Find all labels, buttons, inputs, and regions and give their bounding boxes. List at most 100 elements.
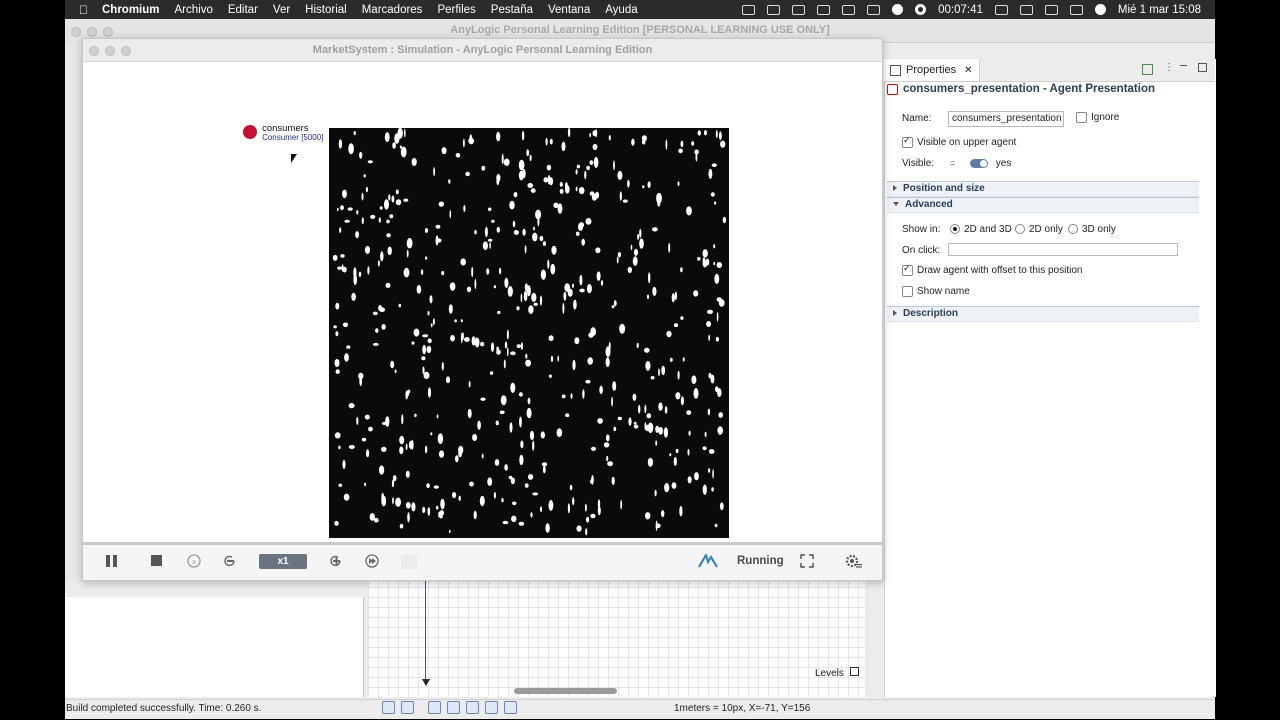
menu-ventana[interactable]: Ventana bbox=[548, 4, 590, 16]
move-icon[interactable] bbox=[485, 701, 498, 714]
collapse-icon bbox=[893, 202, 899, 207]
expand-icon bbox=[893, 185, 897, 192]
draw-offset-checkbox[interactable]: Draw agent with offset to this position bbox=[902, 263, 1082, 276]
pause-icon[interactable] bbox=[105, 554, 119, 568]
visible-upper-checkbox[interactable]: Visible on upper agent bbox=[902, 135, 1016, 148]
radio-3d[interactable] bbox=[1068, 224, 1078, 235]
close-tab-icon[interactable]: ✕ bbox=[964, 65, 972, 76]
search-icon[interactable] bbox=[1044, 4, 1058, 15]
menu-historial[interactable]: Historial bbox=[305, 4, 347, 16]
levels-button[interactable]: Levels bbox=[815, 667, 859, 679]
stop-recording-icon[interactable] bbox=[915, 4, 927, 15]
show-in-2d-radio[interactable]: 2D only bbox=[1015, 224, 1063, 235]
section-position-label: Position and size bbox=[903, 183, 985, 194]
control-center-icon[interactable] bbox=[1069, 4, 1083, 15]
grid-icon[interactable] bbox=[382, 701, 395, 714]
section-description[interactable]: Description bbox=[887, 306, 1199, 322]
radio-2d[interactable] bbox=[1015, 224, 1025, 235]
show-name-label: Show name bbox=[917, 286, 970, 298]
cloud-icon[interactable] bbox=[767, 4, 781, 15]
speed-up-icon[interactable] bbox=[329, 554, 343, 568]
consumers-agent-crowd[interactable] bbox=[327, 124, 733, 542]
menu-ver[interactable]: Ver bbox=[273, 4, 290, 16]
settings-icon[interactable] bbox=[845, 554, 863, 568]
menu-app-name[interactable]: Chromium bbox=[102, 4, 160, 16]
palette-sidebar[interactable] bbox=[65, 42, 81, 582]
ignore-checkbox[interactable]: Ignore bbox=[1076, 112, 1119, 123]
minimize-window-button[interactable] bbox=[87, 27, 97, 37]
section-position-size[interactable]: Position and size bbox=[887, 181, 1199, 197]
sim-close-button[interactable] bbox=[89, 46, 99, 56]
show-name-checkbox[interactable]: Show name bbox=[902, 286, 970, 297]
sim-zoom-button[interactable] bbox=[121, 46, 131, 56]
menu-pestana[interactable]: Pestaña bbox=[491, 4, 533, 16]
ignore-label: Ignore bbox=[1091, 112, 1120, 124]
consumers-population-label[interactable]: consumers Consumer [5000] bbox=[243, 124, 323, 143]
layers-icon[interactable] bbox=[401, 701, 414, 714]
menu-perfiles[interactable]: Perfiles bbox=[437, 4, 475, 16]
show-in-2d-3d-radio[interactable]: 2D and 3D bbox=[950, 224, 1012, 235]
paint-icon[interactable] bbox=[447, 701, 460, 714]
display-icon[interactable] bbox=[842, 4, 856, 15]
headphones-icon[interactable] bbox=[867, 4, 881, 15]
menu-ayuda[interactable]: Ayuda bbox=[605, 4, 637, 16]
build-status: Build completed successfully. Time: 0.26… bbox=[66, 703, 262, 714]
pan-icon[interactable] bbox=[466, 701, 479, 714]
wifi-icon[interactable] bbox=[1019, 4, 1033, 15]
show-in-3d-radio[interactable]: 3D only bbox=[1068, 224, 1116, 235]
population-size: Consumer [5000] bbox=[262, 133, 324, 142]
tab-properties[interactable]: Properties ✕ bbox=[884, 59, 980, 81]
recording-timer: 00:07:41 bbox=[938, 3, 983, 16]
visible-toggle-switch[interactable] bbox=[970, 158, 988, 168]
section-advanced[interactable]: Advanced bbox=[887, 197, 1199, 213]
view-menu-icon[interactable]: ⋮ bbox=[1164, 62, 1174, 73]
visible-upper-checkbox-box[interactable] bbox=[902, 135, 913, 148]
simulation-presentation-area[interactable]: consumers Consumer [5000] bbox=[83, 62, 882, 542]
menu-archivo[interactable]: Archivo bbox=[175, 4, 213, 16]
select-icon[interactable] bbox=[428, 701, 441, 714]
draw-offset-checkbox-box[interactable] bbox=[902, 263, 913, 276]
open-editor-icon[interactable] bbox=[1142, 64, 1153, 75]
node-icon[interactable] bbox=[504, 701, 517, 714]
levels-icon bbox=[849, 667, 859, 676]
name-input[interactable]: consumers_presentation bbox=[948, 111, 1064, 127]
visible-toggle[interactable]: yes bbox=[970, 158, 1011, 169]
dropbox-icon[interactable] bbox=[792, 4, 806, 15]
static-value-icon[interactable]: = bbox=[950, 158, 955, 168]
disabled-button bbox=[401, 555, 417, 569]
notes-icon[interactable] bbox=[742, 4, 756, 15]
virtual-time-icon[interactable] bbox=[365, 554, 379, 568]
graphical-editor-canvas[interactable] bbox=[368, 577, 865, 697]
stop-icon[interactable] bbox=[150, 554, 164, 568]
sim-minimize-button[interactable] bbox=[105, 46, 115, 56]
slow-down-icon[interactable] bbox=[223, 554, 237, 568]
menu-editar[interactable]: Editar bbox=[228, 4, 258, 16]
simulation-title-bar: MarketSystem : Simulation - AnyLogic Per… bbox=[83, 39, 882, 62]
clock[interactable]: Mié 1 mar 15:08 bbox=[1118, 4, 1201, 16]
properties-header: consumers_presentation - Agent Presentat… bbox=[887, 83, 1155, 95]
menu-marcadores[interactable]: Marcadores bbox=[362, 4, 423, 16]
fullscreen-icon[interactable] bbox=[800, 554, 814, 568]
show-name-checkbox-box[interactable] bbox=[902, 286, 913, 297]
simulation-toolbar: x x1 Running bbox=[83, 545, 882, 580]
name-label: Name: bbox=[902, 113, 932, 124]
visible-value: yes bbox=[995, 158, 1012, 169]
apple-icon[interactable]:  bbox=[79, 3, 88, 17]
battery-icon[interactable] bbox=[994, 4, 1008, 15]
bluetooth-icon[interactable] bbox=[817, 4, 831, 15]
horizontal-scrollbar[interactable] bbox=[514, 688, 617, 694]
pause-recording-icon[interactable] bbox=[892, 4, 904, 15]
siri-icon[interactable] bbox=[1094, 4, 1106, 15]
on-click-code-field[interactable] bbox=[948, 243, 1178, 256]
radio-2d-3d[interactable] bbox=[950, 224, 960, 235]
visible-label: Visible: bbox=[902, 158, 935, 169]
close-window-button[interactable] bbox=[71, 27, 81, 37]
status-toolbar bbox=[382, 701, 517, 714]
properties-icon bbox=[890, 64, 901, 76]
speed-indicator[interactable]: x1 bbox=[259, 554, 307, 569]
minimize-view-icon[interactable] bbox=[1180, 65, 1187, 66]
run-until-icon[interactable]: x bbox=[187, 554, 201, 568]
ignore-checkbox-box[interactable] bbox=[1076, 112, 1087, 123]
zoom-window-button[interactable] bbox=[103, 27, 113, 37]
maximize-view-icon[interactable] bbox=[1198, 63, 1207, 72]
